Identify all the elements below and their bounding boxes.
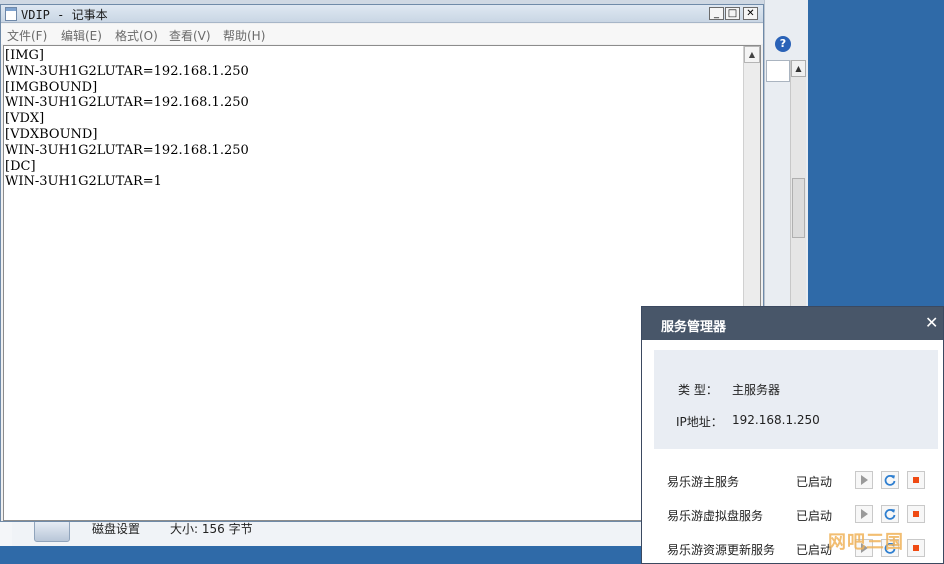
ip-value: 192.168.1.250 [732, 413, 820, 427]
text-line: [IMGBOUND] [5, 79, 98, 95]
service-manager-dialog: 服务管理器 ✕ 类 型： 主服务器 IP地址： 192.168.1.250 易乐… [641, 306, 944, 564]
menu-view[interactable]: 查看(V) [169, 27, 211, 44]
service-name: 易乐游主服务 [667, 475, 740, 489]
menu-edit[interactable]: 编辑(E) [61, 27, 102, 44]
minimize-button[interactable]: _ [709, 7, 724, 20]
text-line: WIN-3UH1G2LUTAR=192.168.1.250 [5, 142, 249, 158]
stop-icon [913, 477, 919, 483]
dialog-header[interactable]: 服务管理器 ✕ [642, 307, 943, 340]
scroll-up-icon[interactable]: ▲ [791, 60, 806, 77]
help-icon[interactable]: ? [775, 36, 791, 52]
maximize-button[interactable]: □ [725, 7, 740, 20]
start-button[interactable] [855, 471, 873, 489]
server-info-panel: 类 型： 主服务器 IP地址： 192.168.1.250 [654, 350, 938, 449]
text-line: WIN-3UH1G2LUTAR=192.168.1.250 [5, 63, 249, 79]
refresh-icon [884, 509, 896, 520]
disk-icon [34, 520, 70, 542]
text-line: [DC] [5, 158, 36, 174]
ip-label: IP地址： [676, 415, 723, 429]
text-line: WIN-3UH1G2LUTAR=1 [5, 174, 162, 190]
dialog-close-icon[interactable]: ✕ [925, 313, 938, 332]
stop-icon [913, 545, 919, 551]
service-status: 已启动 [796, 543, 833, 557]
menu-bar: 文件(F) 编辑(E) 格式(O) 查看(V) 帮助(H) [1, 24, 763, 44]
service-name: 易乐游虚拟盘服务 [667, 509, 764, 523]
menu-help[interactable]: 帮助(H) [223, 27, 265, 44]
stop-button[interactable] [907, 471, 925, 489]
stop-button[interactable] [907, 539, 925, 557]
text-line: [VDX] [5, 111, 45, 127]
stop-button[interactable] [907, 505, 925, 523]
type-label: 类 型： [678, 383, 718, 397]
menu-format[interactable]: 格式(O) [115, 27, 158, 44]
text-line: WIN-3UH1G2LUTAR=192.168.1.250 [5, 95, 249, 111]
service-status: 已启动 [796, 475, 833, 489]
menu-file[interactable]: 文件(F) [7, 27, 47, 44]
background-tab[interactable] [766, 60, 790, 82]
text-line: [IMG] [5, 48, 44, 63]
scroll-up-icon[interactable]: ▲ [744, 46, 760, 63]
text-line: [VDXBOUND] [5, 126, 98, 142]
dialog-title: 服务管理器 [661, 320, 727, 335]
service-status: 已启动 [796, 509, 833, 523]
play-icon [861, 475, 868, 485]
notepad-icon [5, 7, 17, 21]
close-button[interactable]: ✕ [743, 7, 758, 20]
refresh-icon [884, 475, 896, 486]
notepad-titlebar[interactable]: VDIP - 记事本 _ □ ✕ [1, 5, 763, 23]
service-name: 易乐游资源更新服务 [667, 543, 776, 557]
window-title: VDIP - 记事本 [21, 8, 108, 22]
restart-button[interactable] [881, 505, 899, 523]
status-label: 磁盘设置 [92, 522, 141, 536]
play-icon [861, 509, 868, 519]
scroll-thumb[interactable] [792, 178, 805, 238]
status-size: 大小: 156 字节 [170, 522, 253, 536]
type-value: 主服务器 [732, 383, 781, 397]
start-button[interactable] [855, 505, 873, 523]
restart-button[interactable] [881, 471, 899, 489]
watermark: 网吧三国 [828, 532, 904, 553]
stop-icon [913, 511, 919, 517]
